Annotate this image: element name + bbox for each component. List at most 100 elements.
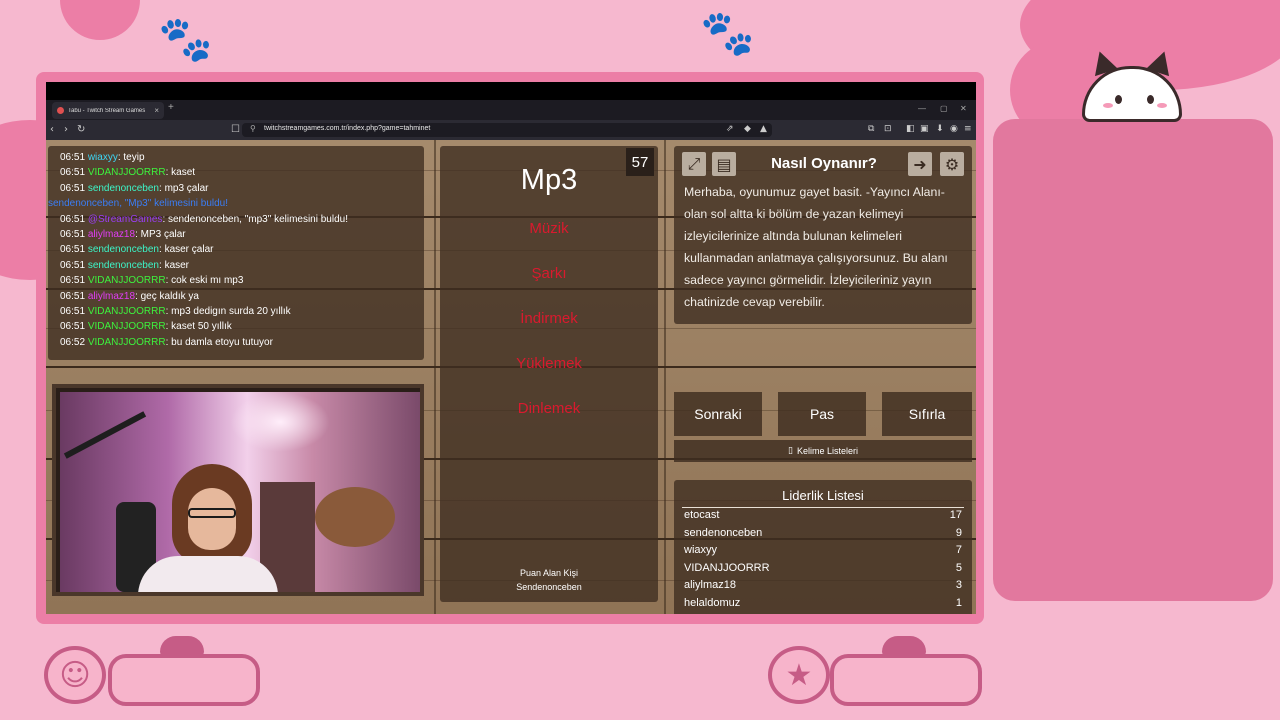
reset-button[interactable]: Sıfırla: [882, 392, 972, 436]
banned-word: Yüklemek: [516, 355, 582, 372]
chat-message: 06:51 VIDANJJOORRR: kaset 50 yıllık: [60, 321, 232, 333]
notes-icon[interactable]: ▤: [712, 152, 736, 176]
banned-word: Dinlemek: [517, 400, 581, 417]
chat-text: teyip: [123, 152, 145, 163]
chat-timestamp: 06:51: [60, 229, 86, 241]
minimize-icon[interactable]: —: [918, 104, 926, 113]
screenshot-icon[interactable]: ⊡: [884, 124, 892, 134]
chat-message: 06:52 VIDANJJOORRR: bu damla etoyu tutuy…: [60, 336, 273, 348]
word-lists-button[interactable]: ▯ Kelime Listeleri: [674, 440, 972, 462]
how-to-play-panel: ⤢ ▤ Nasıl Oynanır? ➜ ⚙ Merhaba, oyunumuz…: [674, 146, 972, 324]
chat-username[interactable]: sendenonceben: [88, 183, 159, 194]
chat-timestamp: 06:51: [60, 213, 86, 225]
paw-icon: 🐾: [700, 8, 755, 59]
bookmark-icon[interactable]: ☐: [231, 124, 240, 135]
fullscreen-icon[interactable]: ⤢: [682, 152, 706, 176]
cat-mascot-icon: [1082, 66, 1182, 122]
chat-username[interactable]: VIDANJJOORRR: [88, 337, 166, 348]
streamer: [108, 464, 278, 592]
next-button[interactable]: Sonraki: [674, 392, 762, 436]
player-name: helaldomuz: [684, 596, 741, 609]
cat-icon: [160, 636, 204, 656]
chat-timestamp: 06:51: [60, 167, 86, 179]
browser-tab[interactable]: Tabu - Twitch Stream Games ×: [52, 102, 164, 119]
leaderboard-row: sendenonceben 9: [684, 527, 964, 539]
chat-username[interactable]: aliylmaz18: [88, 229, 135, 240]
leaderboard-row: etocast 17: [684, 509, 964, 521]
settings-gear-icon[interactable]: ⚙: [940, 152, 964, 176]
chat-username[interactable]: @StreamGames: [88, 214, 163, 225]
rewards-icon[interactable]: ▲: [760, 124, 767, 134]
chat-text: kaset 50 yıllık: [171, 321, 232, 333]
name-plate: [108, 654, 260, 706]
sidebar-icon[interactable]: ◧: [906, 124, 915, 134]
chat-text: mp3 çalar: [164, 182, 209, 194]
menu-icon[interactable]: ≡: [964, 124, 972, 134]
reload-icon[interactable]: ↻: [77, 124, 85, 135]
chat-username[interactable]: VIDANJJOORRR: [88, 306, 166, 317]
chat-text: MP3 çalar: [140, 229, 186, 241]
player-name: aliylmaz18: [684, 579, 736, 591]
player-name: VIDANJJOORRR: [684, 561, 770, 574]
chat-text: kaser çalar: [164, 244, 214, 256]
webcam-feed: [60, 392, 420, 592]
chat-message: 06:51 @StreamGames: sendenonceben, "mp3"…: [60, 213, 348, 225]
extension-icon[interactable]: ⧉: [868, 124, 874, 134]
wallet-icon[interactable]: ▣: [920, 124, 929, 134]
cat-icon: [882, 636, 926, 656]
share-icon[interactable]: ⇗: [726, 124, 734, 134]
deco-blob: [60, 0, 140, 40]
name-plate: [830, 654, 982, 706]
chat-message: 06:51 sendenonceben: mp3 çalar: [60, 182, 209, 194]
tab-title: Tabu - Twitch Stream Games: [68, 107, 146, 114]
leaderboard-row: aliylmaz18 3: [684, 579, 964, 591]
leaderboard-panel: Liderlik Listesi etocast 17 sendenonceben 9…: [674, 480, 972, 614]
chat-username[interactable]: wiaxyy: [88, 152, 118, 163]
maximize-icon[interactable]: ▢: [940, 104, 948, 113]
side-panel: [993, 119, 1273, 601]
chat-username[interactable]: sendenonceben: [48, 198, 119, 209]
chat-timestamp: 06:51: [60, 259, 86, 271]
word-lists-label: Kelime Listeleri: [796, 446, 858, 456]
url-field[interactable]: ⚲ twitchstreamgames.com.tr/index.php?gam…: [242, 123, 772, 137]
browser-window: Tabu - Twitch Stream Games × + — ▢ ✕ ‹ ›…: [46, 82, 976, 614]
pass-button[interactable]: Pas: [778, 392, 866, 436]
player-name: sendenonceben: [684, 526, 763, 539]
chat-username[interactable]: VIDANJJOORRR: [88, 167, 166, 178]
back-icon[interactable]: ‹: [50, 124, 54, 135]
chat-text: kaset: [171, 167, 196, 179]
player-score: 7: [955, 544, 962, 556]
chat-message: sendenonceben, "Mp3" kelimesini buldu!: [48, 196, 424, 211]
url-text: twitchstreamgames.com.tr/index.php?game=…: [264, 125, 431, 132]
microphone-arm: [63, 411, 147, 459]
close-window-icon[interactable]: ✕: [960, 104, 967, 113]
chat-timestamp: 06:51: [60, 290, 86, 302]
player-score: 3: [955, 579, 962, 591]
chat-username[interactable]: VIDANJJOORRR: [88, 321, 166, 332]
leaderboard-row: VIDANJJOORRR 5: [684, 562, 964, 574]
brave-shield-icon[interactable]: ◆: [744, 124, 751, 134]
player-score: 1: [955, 596, 962, 609]
chat-timestamp: 06:51: [60, 152, 86, 163]
exit-icon[interactable]: ➜: [908, 152, 932, 176]
download-icon[interactable]: ⬇: [936, 124, 944, 134]
chat-message: 06:51 aliylmaz18: geç kaldık ya: [60, 290, 199, 302]
chat-username[interactable]: VIDANJJOORRR: [88, 275, 166, 286]
chat-message: 06:51 wiaxyy: teyip: [60, 152, 145, 163]
chat-username[interactable]: sendenonceben: [88, 244, 159, 255]
plush-toy: [315, 487, 395, 547]
chat-timestamp: 06:51: [60, 275, 86, 287]
vpn-icon[interactable]: ◉: [950, 124, 958, 134]
chat-timestamp: 06:51: [60, 244, 86, 256]
site-info-icon[interactable]: ⚲: [250, 124, 256, 133]
scorer-label: Puan Alan Kişi: [519, 568, 579, 578]
chat-username[interactable]: aliylmaz18: [88, 291, 135, 302]
banned-word: Şarkı: [531, 265, 567, 282]
webcam-frame: [52, 384, 424, 596]
chat-username[interactable]: sendenonceben: [88, 260, 159, 271]
new-tab-icon[interactable]: +: [168, 102, 174, 113]
chat-message: 06:51 sendenonceben: kaser çalar: [60, 244, 214, 256]
forward-icon[interactable]: ›: [64, 124, 68, 135]
cat-badge-icon: ☺: [44, 646, 106, 704]
close-tab-icon[interactable]: ×: [154, 106, 159, 115]
